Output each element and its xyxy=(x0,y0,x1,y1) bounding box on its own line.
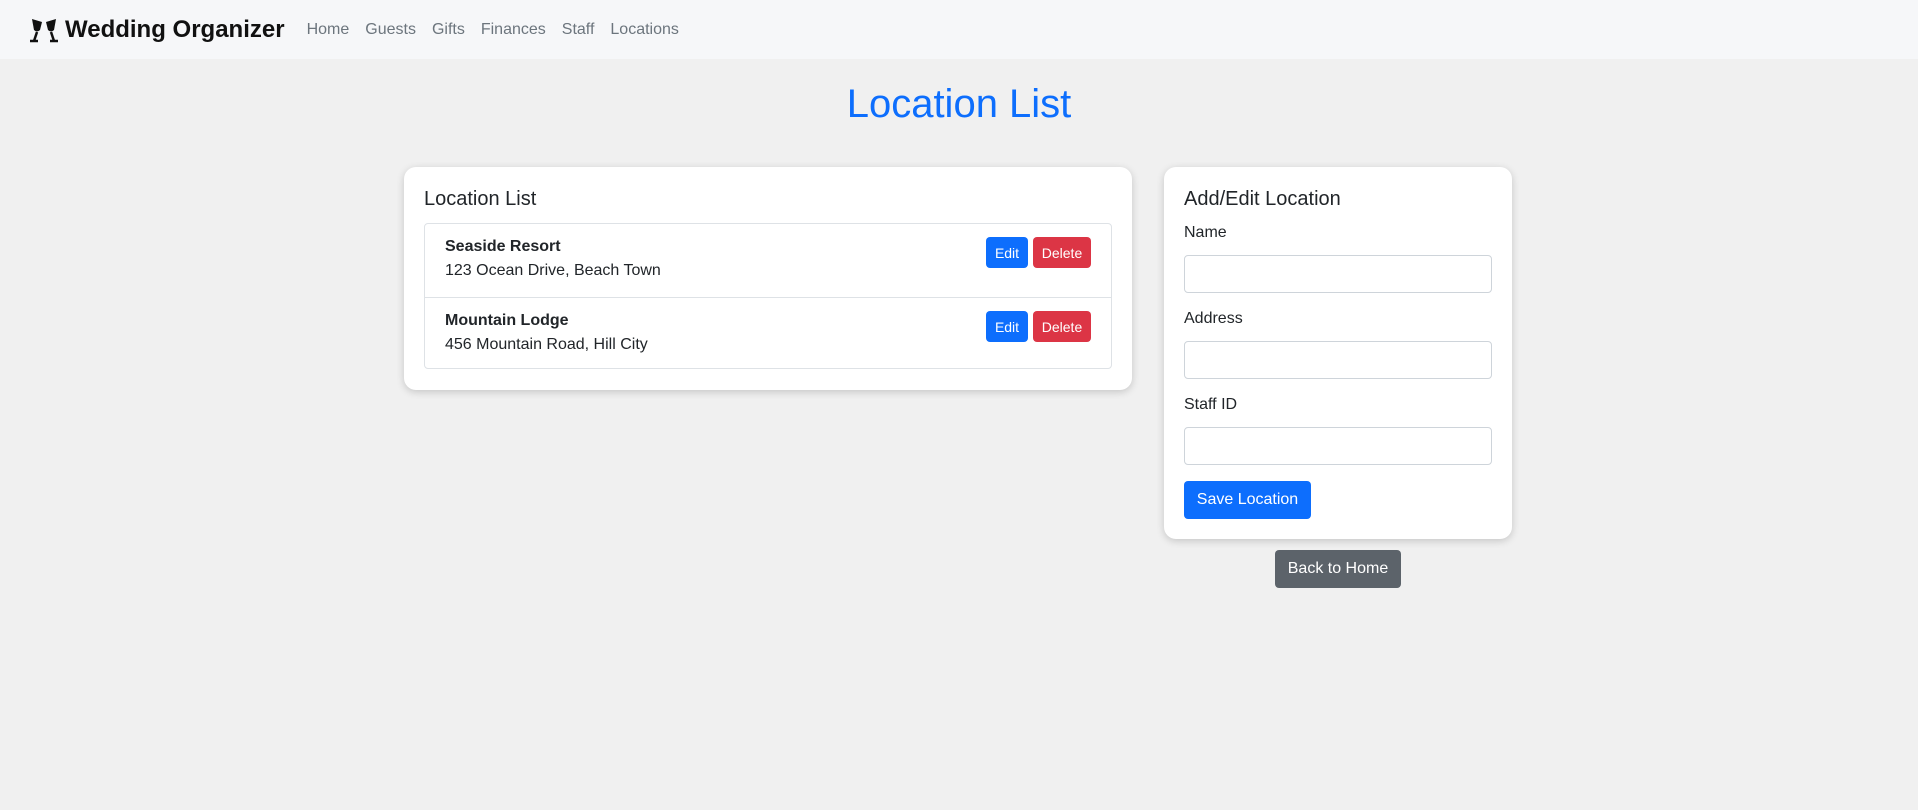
location-list: Seaside Resort 123 Ocean Drive, Beach To… xyxy=(424,223,1112,369)
staff-id-label: Staff ID xyxy=(1184,396,1238,413)
delete-button[interactable]: Delete xyxy=(1033,311,1091,342)
address-label: Address xyxy=(1184,310,1243,327)
save-location-button[interactable]: Save Location xyxy=(1184,481,1311,519)
nav-link-home[interactable]: Home xyxy=(307,21,350,39)
address-field[interactable] xyxy=(1184,341,1492,379)
list-item: Mountain Lodge 456 Mountain Road, Hill C… xyxy=(425,297,1111,370)
page-title: Location List xyxy=(846,82,1072,126)
form-title: Add/Edit Location xyxy=(1184,188,1341,210)
list-item: Seaside Resort 123 Ocean Drive, Beach To… xyxy=(425,224,1111,297)
name-field[interactable] xyxy=(1184,255,1492,293)
navbar: Wedding Organizer Home Guests Gifts Fina… xyxy=(0,0,1918,59)
name-label: Name xyxy=(1184,224,1227,241)
edit-button[interactable]: Edit xyxy=(986,237,1028,268)
nav-link-finances[interactable]: Finances xyxy=(481,21,546,39)
clinking-glasses-icon xyxy=(29,16,59,44)
delete-button[interactable]: Delete xyxy=(1033,237,1091,268)
nav-link-locations[interactable]: Locations xyxy=(610,21,679,39)
nav-link-gifts[interactable]: Gifts xyxy=(432,21,465,39)
location-list-title: Location List xyxy=(424,188,537,210)
location-form-card: Add/Edit Location Name Address Staff ID … xyxy=(1164,167,1512,539)
back-to-home-button[interactable]: Back to Home xyxy=(1275,550,1401,588)
nav-link-staff[interactable]: Staff xyxy=(562,21,595,39)
nav-link-guests[interactable]: Guests xyxy=(365,21,416,39)
brand-label: Wedding Organizer xyxy=(65,15,285,43)
edit-button[interactable]: Edit xyxy=(986,311,1028,342)
location-list-card: Location List Seaside Resort 123 Ocean D… xyxy=(404,167,1132,390)
brand-link[interactable]: Wedding Organizer xyxy=(29,16,285,44)
staff-id-field[interactable] xyxy=(1184,427,1492,465)
